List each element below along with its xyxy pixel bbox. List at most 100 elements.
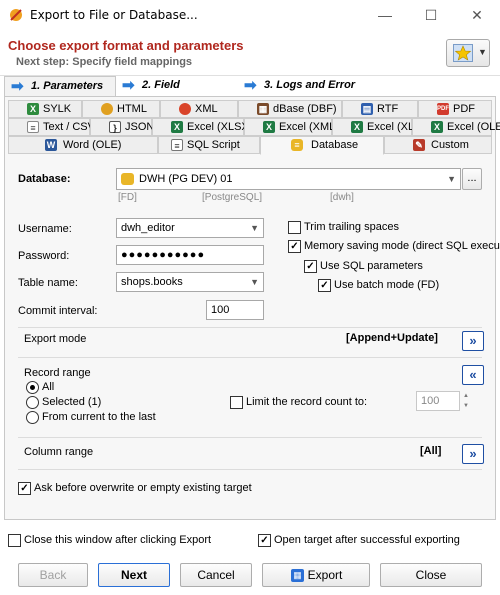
connection-driver-hint: [FD] bbox=[118, 192, 137, 203]
tab-parameters[interactable]: ➡ 1. Parameters bbox=[4, 76, 116, 96]
limit-records-spinner[interactable]: ▲ ▼ bbox=[460, 391, 472, 411]
format-tab-dbase[interactable]: ▦ dBase (DBF) bbox=[238, 100, 342, 118]
selected-records-radio[interactable] bbox=[26, 396, 39, 409]
format-tab-custom[interactable]: ✎ Custom bbox=[384, 136, 492, 154]
format-tab-excel-xml[interactable]: X Excel (XML) bbox=[244, 118, 339, 136]
open-target-label: Open target after successful exporting bbox=[274, 534, 460, 546]
format-label: Custom bbox=[431, 139, 469, 151]
close-after-export-checkbox[interactable] bbox=[8, 534, 21, 547]
database-select[interactable]: DWH (PG DEV) 01 ▼ bbox=[116, 168, 461, 190]
tab-field-mappings[interactable]: ➡2. Field Mappings bbox=[116, 76, 238, 109]
ask-overwrite-checkbox[interactable]: ✓ bbox=[18, 482, 31, 495]
rtf-icon: ▤ bbox=[361, 103, 373, 115]
arrow-right-icon: ➡ bbox=[11, 78, 24, 95]
wizard-steps: ➡ 1. Parameters ➡2. Field Mappings ➡3. Lo… bbox=[0, 76, 500, 109]
close-button[interactable]: Close bbox=[380, 563, 482, 587]
format-tab-word-ole[interactable]: W Word (OLE) bbox=[8, 136, 158, 154]
chevron-down-icon: ▼ bbox=[250, 277, 259, 287]
spin-down-icon: ▼ bbox=[463, 403, 469, 409]
favorites-button[interactable]: ▼ bbox=[446, 39, 490, 67]
all-records-radio[interactable] bbox=[26, 381, 39, 394]
trim-spaces-label: Trim trailing spaces bbox=[304, 221, 399, 233]
window-title: Export to File or Database... bbox=[30, 8, 198, 22]
memory-saving-checkbox[interactable]: ✓ bbox=[288, 240, 301, 253]
password-label: Password: bbox=[18, 250, 70, 262]
chrome-icon bbox=[101, 103, 113, 115]
all-records-label: All bbox=[42, 381, 55, 393]
json-icon: } bbox=[109, 121, 121, 133]
tab-logs-error-handling[interactable]: ➡3. Logs and Error Handling bbox=[238, 76, 404, 109]
expand-column-range-button[interactable]: » bbox=[462, 444, 484, 464]
chevron-down-icon: ▼ bbox=[478, 47, 487, 57]
format-tab-database[interactable]: ≡ Database bbox=[260, 136, 384, 155]
divider bbox=[18, 469, 482, 470]
wizard-header: Choose export format and parameters Next… bbox=[0, 30, 500, 76]
database-label: Database: bbox=[18, 173, 71, 185]
column-range-label: Column range bbox=[24, 446, 94, 458]
trim-spaces-checkbox[interactable] bbox=[288, 221, 301, 234]
app-icon bbox=[8, 7, 24, 23]
maximize-button[interactable]: ☐ bbox=[408, 0, 454, 30]
format-tab-sylk[interactable]: X SYLK bbox=[8, 100, 82, 118]
format-tab-pdf[interactable]: PDF PDF bbox=[418, 100, 492, 118]
database-icon bbox=[121, 173, 134, 185]
connection-type-hint: [PostgreSQL] bbox=[202, 192, 263, 203]
connection-db-hint: [dwh] bbox=[330, 192, 354, 203]
back-button[interactable]: Back bbox=[18, 563, 88, 587]
format-tab-excel-xlsx[interactable]: X Excel (XLSX) bbox=[152, 118, 252, 136]
star-icon bbox=[453, 44, 473, 62]
cancel-button[interactable]: Cancel bbox=[180, 563, 252, 587]
limit-records-field[interactable]: 100 bbox=[416, 391, 460, 411]
minimize-button[interactable]: — bbox=[362, 0, 408, 30]
open-target-checkbox[interactable]: ✓ bbox=[258, 534, 271, 547]
script-icon: ≡ bbox=[171, 139, 183, 151]
format-tab-text-csv[interactable]: ≡ Text / CSV bbox=[8, 118, 95, 136]
commit-interval-label: Commit interval: bbox=[18, 305, 98, 317]
format-label: Excel (OLE) bbox=[447, 121, 500, 133]
excel-icon: X bbox=[263, 121, 275, 133]
export-button[interactable]: ▦ Export bbox=[262, 563, 370, 587]
format-tab-html[interactable]: HTML bbox=[82, 100, 160, 118]
format-tab-rtf[interactable]: ▤ RTF bbox=[342, 100, 418, 118]
title-bar: Export to File or Database... — ☐ ✕ bbox=[0, 0, 500, 30]
password-field[interactable]: ●●●●●●●●●●● bbox=[116, 245, 264, 265]
next-button[interactable]: Next bbox=[98, 563, 170, 587]
format-tab-excel-ole[interactable]: X Excel (OLE) bbox=[412, 118, 500, 136]
format-tab-json[interactable]: } JSON bbox=[90, 118, 155, 136]
table-name-combo[interactable]: shops.books ▼ bbox=[116, 272, 264, 292]
browse-database-button[interactable]: ... bbox=[462, 168, 482, 190]
format-label: JSON bbox=[125, 121, 155, 133]
from-current-radio[interactable] bbox=[26, 411, 39, 424]
batch-mode-label: Use batch mode (FD) bbox=[334, 279, 440, 291]
close-window-button[interactable]: ✕ bbox=[454, 0, 500, 30]
commit-interval-field[interactable]: 100 bbox=[206, 300, 264, 320]
batch-mode-checkbox[interactable]: ✓ bbox=[318, 279, 331, 292]
format-label: HTML bbox=[117, 103, 147, 115]
format-label: dBase (DBF) bbox=[273, 103, 337, 115]
username-combo[interactable]: dwh_editor ▼ bbox=[116, 218, 264, 238]
format-label: Excel (XLSX) bbox=[187, 121, 253, 133]
header-title: Choose export format and parameters bbox=[8, 38, 244, 53]
sql-parameters-checkbox[interactable]: ✓ bbox=[304, 260, 317, 273]
format-label: RTF bbox=[377, 103, 399, 115]
divider bbox=[18, 327, 482, 328]
chevron-down-icon: ▼ bbox=[250, 223, 259, 233]
memory-saving-label: Memory saving mode (direct SQL execu bbox=[304, 240, 500, 252]
column-range-value: [All] bbox=[420, 445, 442, 457]
excel-icon: X bbox=[351, 121, 363, 133]
excel-icon: X bbox=[171, 121, 183, 133]
database-icon: ≡ bbox=[291, 139, 303, 151]
expand-export-mode-button[interactable]: » bbox=[462, 331, 484, 351]
divider bbox=[18, 437, 482, 438]
from-current-label: From current to the last bbox=[42, 411, 156, 423]
spin-up-icon: ▲ bbox=[463, 393, 469, 399]
format-tab-excel-xls[interactable]: X Excel (XLS) bbox=[332, 118, 425, 136]
format-tab-xml[interactable]: XML bbox=[160, 100, 238, 118]
export-mode-label: Export mode bbox=[24, 333, 87, 345]
chevron-down-icon: ▼ bbox=[447, 174, 456, 184]
collapse-record-range-button[interactable]: « bbox=[462, 365, 484, 385]
pdf-icon: PDF bbox=[437, 103, 449, 115]
limit-records-checkbox[interactable] bbox=[230, 396, 243, 409]
chrome-icon bbox=[179, 103, 191, 115]
format-tab-sql-script[interactable]: ≡ SQL Script bbox=[158, 136, 260, 154]
